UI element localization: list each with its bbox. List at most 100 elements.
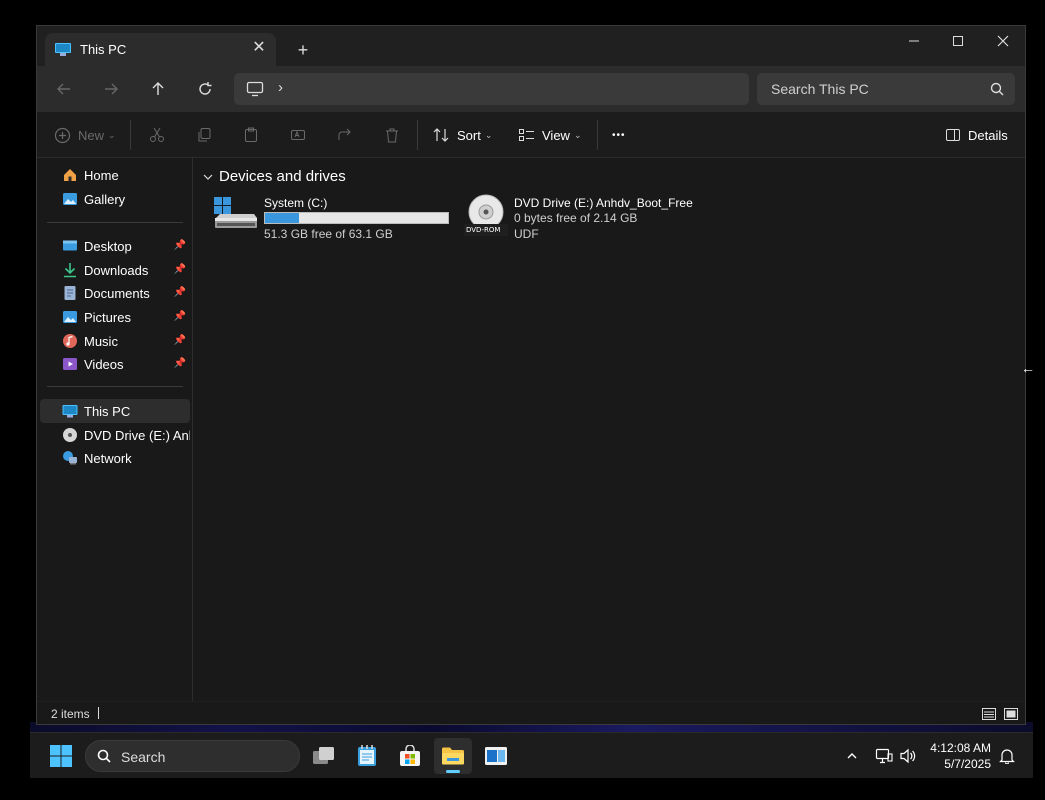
large-icons-view-icon[interactable]	[1003, 706, 1019, 722]
file-explorer-app[interactable]	[434, 738, 472, 774]
network-status-button[interactable]	[872, 738, 896, 774]
search-input[interactable]: Search This PC	[757, 73, 1015, 105]
notepad-app[interactable]	[348, 738, 386, 774]
details-label: Details	[968, 127, 1008, 143]
sidebar-item-videos[interactable]: Videos 📌	[40, 352, 190, 376]
sidebar-item-network[interactable]: Network	[40, 446, 190, 470]
clock[interactable]: 4:12:08 AM 5/7/2025	[930, 740, 991, 772]
drive-tile-dvd[interactable]: DVD-ROM DVD Drive (E:) Anhdv_Boot_Free 0…	[464, 194, 724, 244]
view-button[interactable]: View ⌄	[518, 123, 582, 147]
sidebar-item-music[interactable]: Music 📌	[40, 329, 190, 353]
details-view-icon[interactable]	[981, 706, 997, 722]
refresh-icon	[199, 82, 212, 95]
sidebar-item-home[interactable]: Home	[40, 163, 190, 187]
drive-tile-c[interactable]: System (C:) 51.3 GB free of 63.1 GB	[214, 194, 454, 244]
pin-icon[interactable]: 📌	[174, 240, 186, 251]
notifications-button[interactable]	[995, 738, 1019, 774]
drive-free-space: 51.3 GB free of 63.1 GB	[264, 227, 393, 241]
sidebar-item-label: Network	[84, 450, 132, 466]
pin-icon[interactable]: 📌	[174, 335, 186, 346]
videos-icon	[63, 358, 77, 370]
speaker-icon	[900, 748, 916, 764]
copy-button[interactable]	[196, 123, 212, 147]
details-pane-button[interactable]: Details	[945, 123, 1008, 147]
maximize-icon	[953, 36, 963, 46]
drive-usage-bar	[264, 212, 449, 224]
search-icon	[990, 82, 1004, 96]
section-header-devices[interactable]: Devices and drives	[202, 168, 346, 185]
maximize-button[interactable]	[936, 26, 980, 56]
gallery-icon	[63, 193, 77, 205]
main-content: Devices and drives System (C:) 51.3 GB f…	[194, 158, 1025, 701]
rename-button[interactable]	[290, 123, 306, 147]
task-view-button[interactable]	[305, 738, 343, 774]
sidebar-item-label: Videos	[84, 356, 124, 372]
start-button[interactable]	[42, 738, 80, 774]
tab-this-pc[interactable]: This PC ✕	[45, 33, 276, 66]
this-pc-icon	[55, 43, 71, 56]
back-button[interactable]	[48, 76, 80, 102]
toolbar-divider	[597, 120, 598, 150]
share-icon	[338, 128, 351, 140]
tab-title: This PC	[80, 42, 127, 57]
sidebar-item-gallery[interactable]: Gallery	[40, 187, 190, 211]
up-button[interactable]	[142, 76, 174, 102]
sidebar-item-label: This PC	[84, 403, 131, 419]
folder-icon	[442, 747, 464, 765]
show-hidden-icons-button[interactable]	[838, 738, 866, 774]
pin-icon[interactable]: 📌	[174, 358, 186, 369]
arrow-up-icon	[152, 82, 164, 95]
share-button[interactable]	[337, 123, 353, 147]
refresh-button[interactable]	[189, 76, 221, 102]
forward-button[interactable]	[95, 76, 127, 102]
hard-drive-icon	[214, 197, 257, 228]
sidebar-item-dvd-drive[interactable]: DVD Drive (E:) Anhdv	[40, 423, 190, 447]
drive-name: System (C:)	[264, 196, 328, 210]
plus-circle-icon	[54, 127, 71, 143]
notepad-icon	[358, 745, 376, 766]
sidebar-item-documents[interactable]: Documents 📌	[40, 281, 190, 305]
downloads-icon	[64, 263, 76, 278]
view-label: View	[542, 127, 570, 143]
details-pane-icon	[946, 129, 960, 141]
delete-button[interactable]	[384, 123, 400, 147]
pin-icon[interactable]: 📌	[174, 264, 186, 275]
pictures-icon	[63, 311, 77, 323]
chevron-up-icon	[847, 753, 857, 759]
taskbar-search-box[interactable]: Search	[85, 740, 300, 772]
sidebar-item-pictures[interactable]: Pictures 📌	[40, 305, 190, 329]
minimize-button[interactable]	[892, 26, 936, 56]
microsoft-store-app[interactable]	[391, 738, 429, 774]
breadcrumb-chevron-icon[interactable]: ›	[278, 79, 283, 96]
cut-button[interactable]	[149, 123, 165, 147]
pin-icon[interactable]: 📌	[174, 287, 186, 298]
chevron-down-icon: ⌄	[573, 129, 582, 140]
drive-usage-fill	[265, 213, 300, 223]
volume-button[interactable]	[896, 738, 920, 774]
sort-button[interactable]: Sort ⌄	[433, 123, 492, 147]
new-button[interactable]: New ⌄	[54, 123, 116, 147]
this-pc-icon	[62, 405, 78, 418]
drive-name: DVD Drive (E:) Anhdv_Boot_Free	[514, 196, 693, 210]
file-explorer-window: This PC ✕ + › Search This PC New ⌄ Sort …	[36, 25, 1026, 725]
close-window-button[interactable]	[981, 26, 1025, 56]
status-bar: 2 items	[37, 701, 1025, 725]
more-options-button[interactable]: •••	[612, 123, 626, 147]
tab-close-button[interactable]: ✕	[249, 38, 269, 58]
address-bar[interactable]: ›	[234, 73, 749, 105]
network-wired-icon	[875, 748, 893, 764]
remote-desktop-app[interactable]	[477, 738, 515, 774]
sidebar-item-label: Home	[84, 167, 119, 183]
sidebar-item-downloads[interactable]: Downloads 📌	[40, 258, 190, 282]
dvd-icon	[63, 428, 77, 442]
pin-icon[interactable]: 📌	[174, 311, 186, 322]
taskbar: Search 4:12:08 AM 5/7/2025	[30, 732, 1033, 778]
paste-button[interactable]	[243, 123, 259, 147]
clock-time: 4:12:08 AM	[930, 741, 991, 755]
sidebar-item-label: Documents	[84, 285, 150, 301]
toolbar-divider	[417, 120, 418, 150]
new-tab-button[interactable]: +	[291, 38, 315, 62]
item-count: 2 items	[51, 707, 90, 721]
sidebar-item-this-pc[interactable]: This PC	[40, 399, 190, 423]
sidebar-item-desktop[interactable]: Desktop 📌	[40, 234, 190, 258]
